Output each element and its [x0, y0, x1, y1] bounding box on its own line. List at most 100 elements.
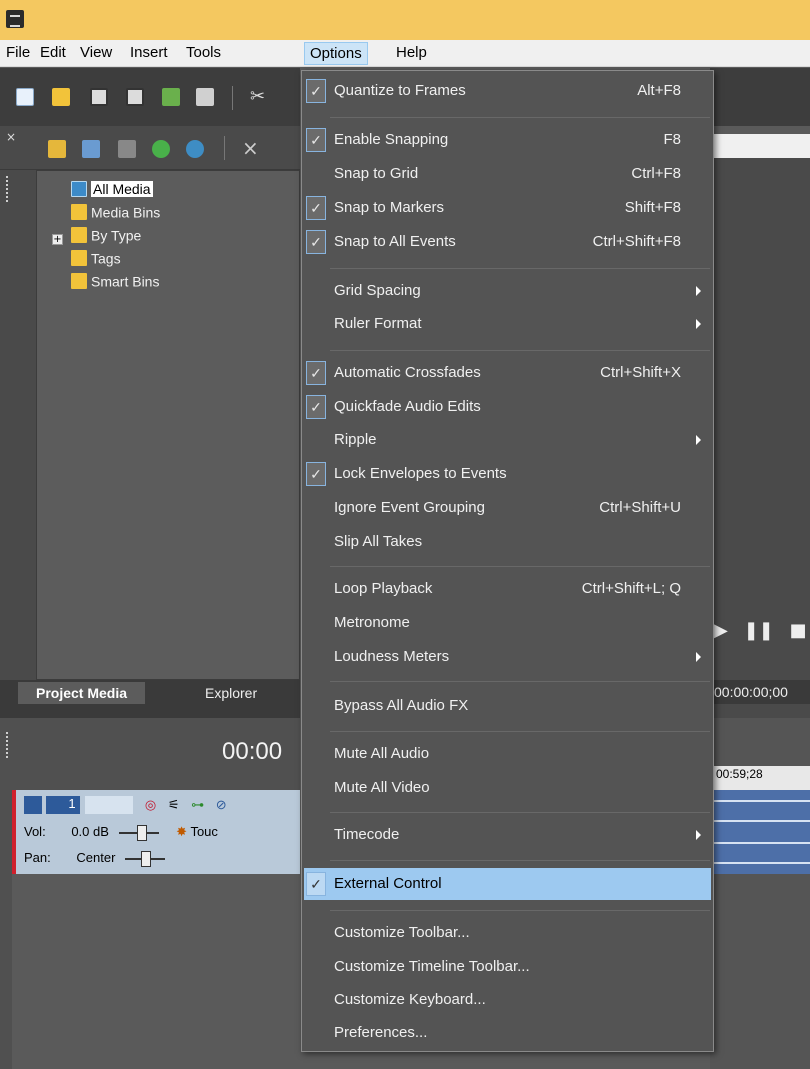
menu-item-customize-timeline-toolbar[interactable]: Customize Timeline Toolbar...: [304, 951, 711, 983]
menu-help[interactable]: Help: [396, 44, 427, 61]
menu-item-shortcut: Ctrl+Shift+X: [600, 364, 681, 381]
search-media-icon[interactable]: [186, 140, 204, 158]
menu-item-ruler-format[interactable]: Ruler Format: [304, 308, 711, 340]
track-controls: 1 ◎ ⚟ ⊶ ⊘: [24, 796, 227, 814]
menu-item-ignore-event-grouping[interactable]: Ignore Event Grouping Ctrl+Shift+U: [304, 492, 711, 524]
volume-slider-thumb[interactable]: [136, 824, 147, 841]
tab-project-media[interactable]: Project Media: [18, 682, 146, 704]
close-icon[interactable]: ×: [6, 130, 16, 144]
menu-item-grid-spacing[interactable]: Grid Spacing: [304, 275, 711, 307]
menu-tools[interactable]: Tools: [186, 44, 221, 61]
menu-item-ripple[interactable]: Ripple: [304, 424, 711, 456]
render-icon[interactable]: [162, 88, 180, 106]
menu-item-quantize-to-frames[interactable]: ✓ Quantize to Frames Alt+F8: [304, 75, 711, 107]
menu-separator: [330, 350, 710, 351]
automation-icon[interactable]: ⚟: [168, 797, 180, 813]
tree-item-smart-bins[interactable]: Smart Bins: [71, 269, 159, 291]
menu-item-shortcut: Ctrl+F8: [631, 165, 681, 182]
track-minimize-icon[interactable]: [24, 796, 42, 814]
play-icon[interactable]: ▶: [714, 620, 728, 641]
expand-toggle-icon[interactable]: +: [52, 234, 63, 245]
volume-value: 0.0 dB: [71, 824, 109, 839]
volume-slider[interactable]: [118, 824, 159, 841]
project-media-panel: × × All Media Media Bins By Type Tags Sm…: [0, 126, 300, 718]
menu-item-enable-snapping[interactable]: ✓ Enable Snapping F8: [304, 124, 711, 156]
menu-item-metronome[interactable]: Metronome: [304, 607, 711, 639]
menu-separator: [330, 117, 710, 118]
menu-item-preferences[interactable]: Preferences...: [304, 1017, 711, 1049]
menu-view[interactable]: View: [80, 44, 112, 61]
menu-item-loop-playback[interactable]: Loop Playback Ctrl+Shift+L; Q: [304, 573, 711, 605]
menu-separator: [330, 566, 710, 567]
tree-item-by-type[interactable]: By Type: [71, 223, 141, 245]
cut-icon[interactable]: ✂: [250, 88, 268, 106]
menu-item-mute-all-video[interactable]: Mute All Video: [304, 772, 711, 804]
drag-grip[interactable]: [6, 176, 10, 202]
menu-item-timecode[interactable]: Timecode: [304, 819, 711, 851]
menu-options[interactable]: Options: [304, 42, 368, 65]
stop-icon[interactable]: ■: [789, 620, 806, 641]
tree-item-all-media[interactable]: All Media: [71, 177, 153, 199]
app-icon[interactable]: [6, 10, 24, 28]
touch-icon[interactable]: ✸: [176, 824, 187, 839]
menu-item-label: Automatic Crossfades: [334, 364, 481, 381]
menu-edit[interactable]: Edit: [40, 44, 66, 61]
menu-item-label: Customize Keyboard...: [334, 991, 486, 1008]
menu-item-customize-keyboard[interactable]: Customize Keyboard...: [304, 984, 711, 1016]
automation-mode[interactable]: Touc: [190, 824, 217, 839]
submenu-arrow-icon: [696, 830, 701, 840]
pause-icon[interactable]: ❚❚: [744, 620, 774, 641]
menu-item-external-control[interactable]: ✓ External Control: [304, 868, 711, 900]
remove-icon[interactable]: ×: [242, 136, 259, 160]
menu-item-snap-to-markers[interactable]: ✓ Snap to Markers Shift+F8: [304, 192, 711, 224]
drag-grip[interactable]: [6, 732, 10, 758]
capture-icon[interactable]: [82, 140, 100, 158]
checkmark-icon: ✓: [306, 395, 326, 419]
menu-item-snap-to-all-events[interactable]: ✓ Snap to All Events Ctrl+Shift+F8: [304, 226, 711, 258]
menu-item-lock-envelopes[interactable]: ✓ Lock Envelopes to Events: [304, 458, 711, 490]
fx-icon[interactable]: ⊶: [191, 797, 204, 813]
track-empty-area[interactable]: [12, 874, 300, 1069]
checkmark-icon: ✓: [306, 872, 326, 896]
menu-item-mute-all-audio[interactable]: Mute All Audio: [304, 738, 711, 770]
open-folder-icon[interactable]: [52, 88, 70, 106]
tab-explorer[interactable]: Explorer: [205, 682, 257, 704]
menu-file[interactable]: File: [6, 44, 30, 61]
pan-slider[interactable]: [125, 850, 166, 867]
new-file-icon[interactable]: [16, 88, 34, 106]
menu-item-slip-all-takes[interactable]: Slip All Takes: [304, 526, 711, 558]
web-icon[interactable]: [152, 140, 170, 158]
timeline-ruler[interactable]: 00:59;28: [710, 766, 810, 790]
menu-insert[interactable]: Insert: [130, 44, 168, 61]
disc-icon[interactable]: [118, 140, 136, 158]
save-icon[interactable]: [90, 88, 108, 106]
menu-item-snap-to-grid[interactable]: Snap to Grid Ctrl+F8: [304, 158, 711, 190]
pan-slider-thumb[interactable]: [141, 850, 152, 867]
properties-icon[interactable]: [196, 88, 214, 106]
menu-item-label: Bypass All Audio FX: [334, 697, 469, 714]
menu-item-shortcut: Shift+F8: [624, 199, 681, 216]
title-bar: [0, 0, 810, 40]
panel-tabs: Project Media Explorer: [0, 680, 300, 718]
menu-item-automatic-crossfades[interactable]: ✓ Automatic Crossfades Ctrl+Shift+X: [304, 357, 711, 389]
menu-item-loudness-meters[interactable]: Loudness Meters: [304, 641, 711, 673]
menu-item-bypass-all-audio-fx[interactable]: Bypass All Audio FX: [304, 690, 711, 722]
menu-separator: [330, 731, 710, 732]
volume-label: Vol:: [24, 824, 46, 839]
save-as-icon[interactable]: [126, 88, 144, 106]
audio-event[interactable]: [714, 790, 810, 874]
menu-item-shortcut: F8: [663, 131, 681, 148]
import-media-icon[interactable]: [48, 140, 66, 158]
menu-item-label: Snap to Markers: [334, 199, 445, 216]
record-arm-icon[interactable]: ◎: [145, 797, 156, 813]
tree-item-media-bins[interactable]: Media Bins: [71, 200, 160, 222]
menu-item-label: Ripple: [334, 431, 377, 448]
timeline-area: 00:59;28: [710, 718, 810, 1069]
tree-item-tags[interactable]: Tags: [71, 246, 121, 268]
track-name-field[interactable]: [85, 796, 134, 814]
menu-separator: [330, 268, 710, 269]
mute-icon[interactable]: ⊘: [216, 797, 227, 813]
menu-item-shortcut: Ctrl+Shift+L; Q: [581, 580, 681, 597]
menu-item-quickfade-audio-edits[interactable]: ✓ Quickfade Audio Edits: [304, 391, 711, 423]
menu-item-customize-toolbar[interactable]: Customize Toolbar...: [304, 917, 711, 949]
